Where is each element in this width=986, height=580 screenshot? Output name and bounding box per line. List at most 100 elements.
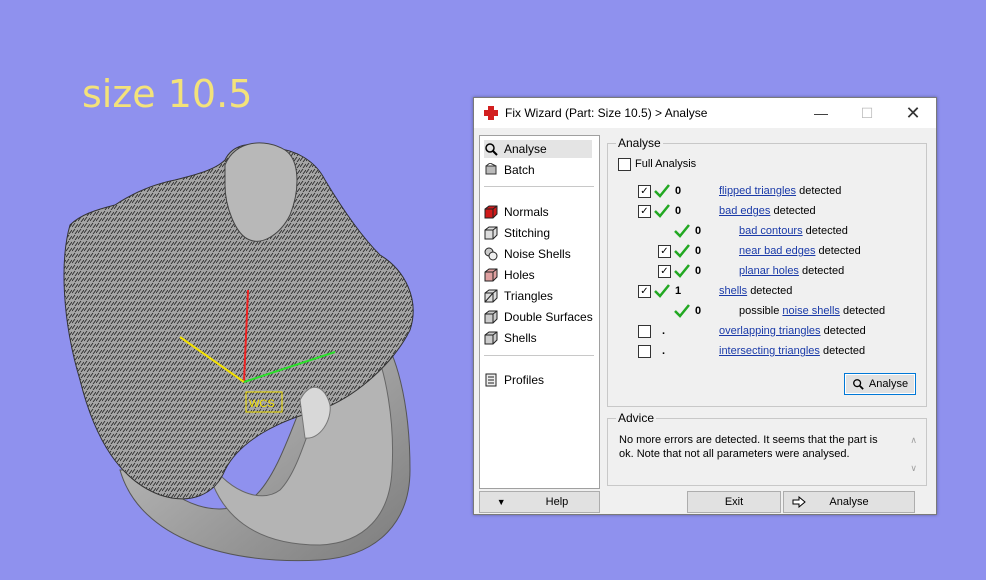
nav-stitching[interactable]: Stitching xyxy=(484,224,550,242)
nav-triangles-label: Triangles xyxy=(504,289,553,303)
row-link[interactable]: intersecting triangles xyxy=(719,345,820,357)
noise-shells-icon xyxy=(484,247,498,261)
row-suffix: detected xyxy=(799,185,842,197)
row-count: 0 xyxy=(695,225,702,237)
row-text: intersecting triangles detected xyxy=(719,345,865,357)
row-checkbox[interactable]: ✓ xyxy=(638,205,651,218)
row-text: shells detected xyxy=(719,285,792,297)
nav-holes-label: Holes xyxy=(504,268,535,282)
nav-analyse[interactable]: Analyse xyxy=(484,140,592,158)
stitching-cube-icon xyxy=(484,226,498,240)
nav-normals[interactable]: Normals xyxy=(484,203,549,221)
row-suffix: detected xyxy=(750,285,793,297)
row-count: . xyxy=(662,325,666,337)
row-suffix: detected xyxy=(842,305,886,317)
advice-group: Advice No more errors are detected. It s… xyxy=(607,411,927,486)
nav-noise-shells[interactable]: Noise Shells xyxy=(484,245,571,263)
green-check-icon xyxy=(654,204,670,218)
row-count: 0 xyxy=(695,305,702,317)
nav-batch[interactable]: Batch xyxy=(484,161,535,179)
triangles-cube-icon xyxy=(484,289,498,303)
row-checkbox[interactable] xyxy=(638,325,651,338)
green-check-icon xyxy=(674,264,690,278)
green-check-icon xyxy=(674,304,690,318)
bottom-analyse-button[interactable]: Analyse xyxy=(783,491,915,513)
analyse-button[interactable]: Analyse xyxy=(844,373,916,395)
row-link[interactable]: noise shells xyxy=(782,305,839,317)
row-text: near bad edges detected xyxy=(739,245,861,257)
full-analysis-checkbox[interactable] xyxy=(618,158,631,171)
dialog-title: Fix Wizard (Part: Size 10.5) > Analyse xyxy=(505,106,708,120)
advice-group-title: Advice xyxy=(616,411,657,425)
row-suffix: detected xyxy=(802,265,845,277)
row-link[interactable]: bad edges xyxy=(719,205,770,217)
nav-normals-label: Normals xyxy=(504,205,549,219)
row-link[interactable]: shells xyxy=(719,285,747,297)
row-suffix: detected xyxy=(773,205,816,217)
row-prefix: possible xyxy=(739,305,780,317)
row-link[interactable]: flipped triangles xyxy=(719,185,796,197)
help-button[interactable]: ▼ Help xyxy=(479,491,600,513)
row-count: 0 xyxy=(675,185,682,197)
nav-profiles[interactable]: Profiles xyxy=(484,371,544,389)
row-checkbox[interactable]: ✓ xyxy=(658,265,671,278)
row-checkbox[interactable] xyxy=(638,345,651,358)
wcs-label: WCS xyxy=(249,398,275,410)
row-link[interactable]: overlapping triangles xyxy=(719,325,821,337)
nav-batch-label: Batch xyxy=(504,163,535,177)
close-button[interactable]: ✕ xyxy=(890,98,936,128)
row-suffix: detected xyxy=(822,345,866,357)
advice-text: No more errors are detected. It seems th… xyxy=(619,434,878,460)
nav-double-surfaces-label: Double Surfaces xyxy=(504,310,593,324)
row-checkbox[interactable]: ✓ xyxy=(638,285,651,298)
row-suffix: detected xyxy=(818,245,861,257)
green-check-icon xyxy=(674,224,690,238)
row-text: planar holes detected xyxy=(739,265,844,277)
row-count: 0 xyxy=(695,265,702,277)
row-count: 0 xyxy=(675,205,682,217)
magnifier-icon xyxy=(485,143,498,156)
exit-button-label: Exit xyxy=(724,496,744,508)
row-checkbox[interactable]: ✓ xyxy=(658,245,671,258)
nav-separator xyxy=(484,186,594,187)
row-count: 1 xyxy=(675,285,682,297)
row-link[interactable]: near bad edges xyxy=(739,245,815,257)
bottom-analyse-button-label: Analyse xyxy=(829,496,869,508)
nav-stitching-label: Stitching xyxy=(504,226,551,240)
row-suffix: detected xyxy=(823,325,866,337)
exit-button[interactable]: Exit xyxy=(687,491,781,513)
wizard-nav-panel: Analyse Batch Normals Stitching Noise Sh… xyxy=(479,135,600,489)
fix-wizard-dialog: Fix Wizard (Part: Size 10.5) > Analyse —… xyxy=(473,97,937,515)
row-checkbox[interactable]: ✓ xyxy=(638,185,651,198)
holes-cube-icon xyxy=(484,268,498,282)
row-text: overlapping triangles detected xyxy=(719,325,866,337)
nav-separator xyxy=(484,355,594,356)
profiles-icon xyxy=(485,373,497,387)
row-text: possible noise shells detected xyxy=(739,305,885,317)
maximize-button[interactable]: ☐ xyxy=(844,98,890,128)
row-count: . xyxy=(662,345,666,357)
analyse-group-title: Analyse xyxy=(616,136,663,150)
nav-holes[interactable]: Holes xyxy=(484,266,535,284)
green-check-icon xyxy=(674,244,690,258)
minimize-button[interactable]: — xyxy=(798,98,844,128)
full-analysis-label: Full Analysis xyxy=(635,158,697,170)
row-link[interactable]: planar holes xyxy=(739,265,799,277)
row-text: bad edges detected xyxy=(719,205,816,217)
nav-triangles[interactable]: Triangles xyxy=(484,287,553,305)
scroll-up-icon[interactable]: ∧ xyxy=(910,435,917,446)
nav-shells[interactable]: Shells xyxy=(484,329,537,347)
red-cross-icon xyxy=(484,106,498,120)
batch-icon xyxy=(485,163,497,175)
nav-double-surfaces[interactable]: Double Surfaces xyxy=(484,308,593,326)
analyse-button-label: Analyse xyxy=(868,378,909,390)
double-surfaces-icon xyxy=(484,310,498,324)
scroll-down-icon[interactable]: ∨ xyxy=(910,463,917,474)
row-link[interactable]: bad contours xyxy=(739,225,803,237)
row-suffix: detected xyxy=(805,225,848,237)
help-button-label: Help xyxy=(545,496,569,508)
nav-shells-label: Shells xyxy=(504,331,537,345)
titlebar[interactable]: Fix Wizard (Part: Size 10.5) > Analyse —… xyxy=(474,98,936,128)
green-check-icon xyxy=(654,284,670,298)
bottom-bar: ▼ Help Exit Analyse xyxy=(479,491,931,513)
